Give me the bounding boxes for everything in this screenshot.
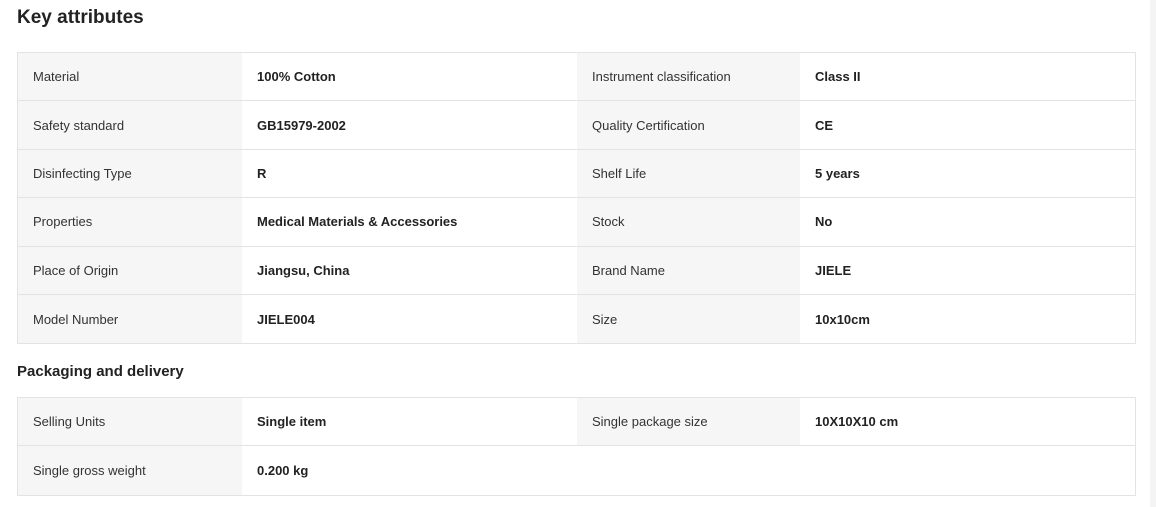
- attr-label: Quality Certification: [577, 101, 800, 149]
- attr-label: Disinfecting Type: [18, 149, 242, 198]
- packaging-table: Selling Units Single item Single package…: [17, 397, 1136, 496]
- attr-value: 0.200 kg: [242, 446, 577, 495]
- attr-value: R: [242, 149, 577, 198]
- attr-value: Class II: [800, 53, 1135, 101]
- table-row: Model Number JIELE004 Size 10x10cm: [18, 294, 1135, 344]
- attr-value: JIELE004: [242, 294, 577, 344]
- attr-label: Single gross weight: [18, 446, 242, 495]
- empty-cell: [800, 446, 1135, 495]
- attr-label: Stock: [577, 198, 800, 246]
- attr-label: Single package size: [577, 398, 800, 446]
- attr-label: Size: [577, 294, 800, 344]
- attr-label: Model Number: [18, 294, 242, 344]
- key-attributes-title: Key attributes: [17, 7, 144, 28]
- attr-label: Properties: [18, 198, 242, 246]
- table-row: Material 100% Cotton Instrument classifi…: [18, 53, 1135, 102]
- attr-value: JIELE: [800, 246, 1135, 294]
- attr-value: Jiangsu, China: [242, 246, 577, 294]
- attr-label: Selling Units: [18, 398, 242, 446]
- attr-value: 100% Cotton: [242, 53, 577, 101]
- attr-value: Medical Materials & Accessories: [242, 198, 577, 246]
- attr-value: CE: [800, 101, 1135, 149]
- table-row: Place of Origin Jiangsu, China Brand Nam…: [18, 246, 1135, 295]
- attr-label: Instrument classification: [577, 53, 800, 101]
- attr-label: Place of Origin: [18, 246, 242, 294]
- table-row: Disinfecting Type R Shelf Life 5 years: [18, 149, 1135, 199]
- table-row: Properties Medical Materials & Accessori…: [18, 198, 1135, 247]
- attr-value: 10x10cm: [800, 294, 1135, 344]
- empty-cell: [577, 446, 800, 495]
- attr-label: Material: [18, 53, 242, 101]
- attr-label: Safety standard: [18, 101, 242, 149]
- table-row: Selling Units Single item Single package…: [18, 398, 1135, 447]
- attr-label: Shelf Life: [577, 149, 800, 198]
- key-attributes-table: Material 100% Cotton Instrument classifi…: [17, 52, 1136, 345]
- attr-label: Brand Name: [577, 246, 800, 294]
- table-row: Single gross weight 0.200 kg: [18, 446, 1135, 495]
- attr-value: 10X10X10 cm: [800, 398, 1135, 446]
- attr-value: No: [800, 198, 1135, 246]
- packaging-delivery-title: Packaging and delivery: [17, 363, 184, 380]
- attr-value: GB15979-2002: [242, 101, 577, 149]
- page-scrollbar[interactable]: [1150, 0, 1156, 507]
- attr-value: Single item: [242, 398, 577, 446]
- table-row: Safety standard GB15979-2002 Quality Cer…: [18, 101, 1135, 150]
- attr-value: 5 years: [800, 149, 1135, 198]
